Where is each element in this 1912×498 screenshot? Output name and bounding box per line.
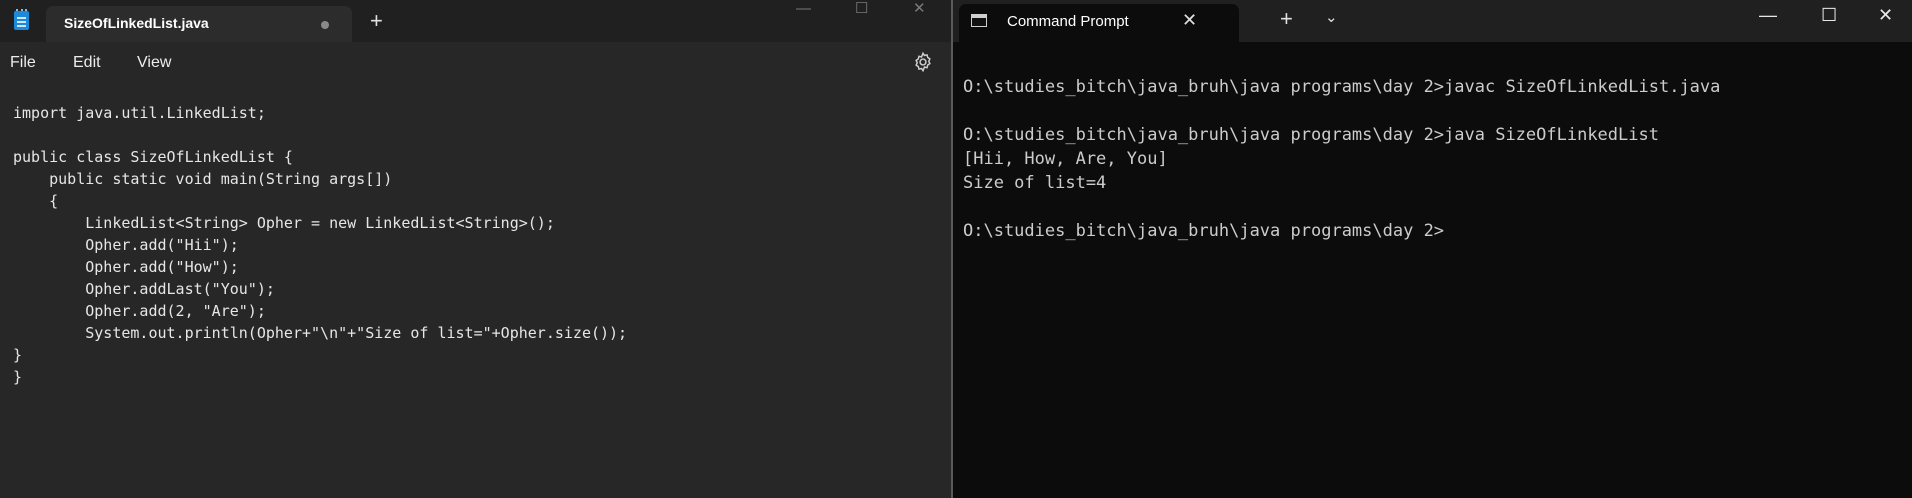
code-line: import java.util.LinkedList; xyxy=(13,104,266,122)
terminal-line: O:\studies_bitch\java_bruh\java programs… xyxy=(963,221,1445,241)
code-line: Opher.add("How"); xyxy=(13,258,239,276)
notepad-menubar: File Edit View xyxy=(0,42,951,82)
notepad-maximize-button[interactable]: ☐ xyxy=(855,0,868,18)
notepad-new-tab-button[interactable]: + xyxy=(370,8,383,34)
menu-view[interactable]: View xyxy=(137,54,171,72)
menu-file[interactable]: File xyxy=(10,54,36,72)
notepad-titlebar: SizeOfLinkedList.java + — ☐ ✕ xyxy=(0,0,951,42)
terminal-tab[interactable]: Command Prompt ✕ xyxy=(959,4,1239,42)
gear-icon[interactable] xyxy=(912,51,934,73)
terminal-minimize-button[interactable]: — xyxy=(1759,4,1777,26)
terminal-tab-title: Command Prompt xyxy=(1007,13,1129,30)
notepad-minimize-button[interactable]: — xyxy=(796,0,811,18)
tab-close-icon[interactable]: ✕ xyxy=(1182,10,1197,31)
code-line: Opher.add(2, "Are"); xyxy=(13,302,266,320)
code-line: Opher.addLast("You"); xyxy=(13,280,275,298)
terminal-maximize-button[interactable]: ☐ xyxy=(1821,4,1837,26)
code-line: System.out.println(Opher+"\n"+"Size of l… xyxy=(13,324,628,342)
notepad-app-icon xyxy=(14,9,29,30)
code-line: { xyxy=(13,192,59,210)
code-line: Opher.add("Hii"); xyxy=(13,236,239,254)
chevron-down-icon[interactable]: ⌄ xyxy=(1325,8,1338,26)
code-line: } xyxy=(13,346,23,364)
notepad-file-tab[interactable]: SizeOfLinkedList.java xyxy=(46,6,352,42)
code-line: public class SizeOfLinkedList { xyxy=(13,148,293,166)
terminal-new-tab-button[interactable]: + xyxy=(1280,6,1293,32)
code-line: } xyxy=(13,368,23,386)
terminal-line: [Hii, How, Are, You] xyxy=(963,149,1168,169)
notepad-tab-title: SizeOfLinkedList.java xyxy=(64,15,209,31)
terminal-titlebar: Command Prompt ✕ + ⌄ — ☐ ✕ xyxy=(953,0,1912,42)
notepad-close-button[interactable]: ✕ xyxy=(913,0,926,18)
unsaved-dot-icon[interactable] xyxy=(321,21,329,29)
terminal-line: O:\studies_bitch\java_bruh\java programs… xyxy=(963,125,1659,145)
terminal-line: Size of list=4 xyxy=(963,173,1107,193)
notepad-text-editor[interactable]: import java.util.LinkedList; public clas… xyxy=(0,82,951,498)
terminal-line: O:\studies_bitch\java_bruh\java programs… xyxy=(963,77,1721,97)
code-line: public static void main(String args[]) xyxy=(13,170,393,188)
code-line: LinkedList<String> Opher = new LinkedLis… xyxy=(13,214,555,232)
cmd-icon xyxy=(971,14,987,27)
menu-edit[interactable]: Edit xyxy=(73,54,101,72)
terminal-close-button[interactable]: ✕ xyxy=(1878,4,1893,26)
terminal-window: Command Prompt ✕ + ⌄ — ☐ ✕ O:\studies_bi… xyxy=(953,0,1912,498)
notepad-window: SizeOfLinkedList.java + — ☐ ✕ File Edit … xyxy=(0,0,951,498)
